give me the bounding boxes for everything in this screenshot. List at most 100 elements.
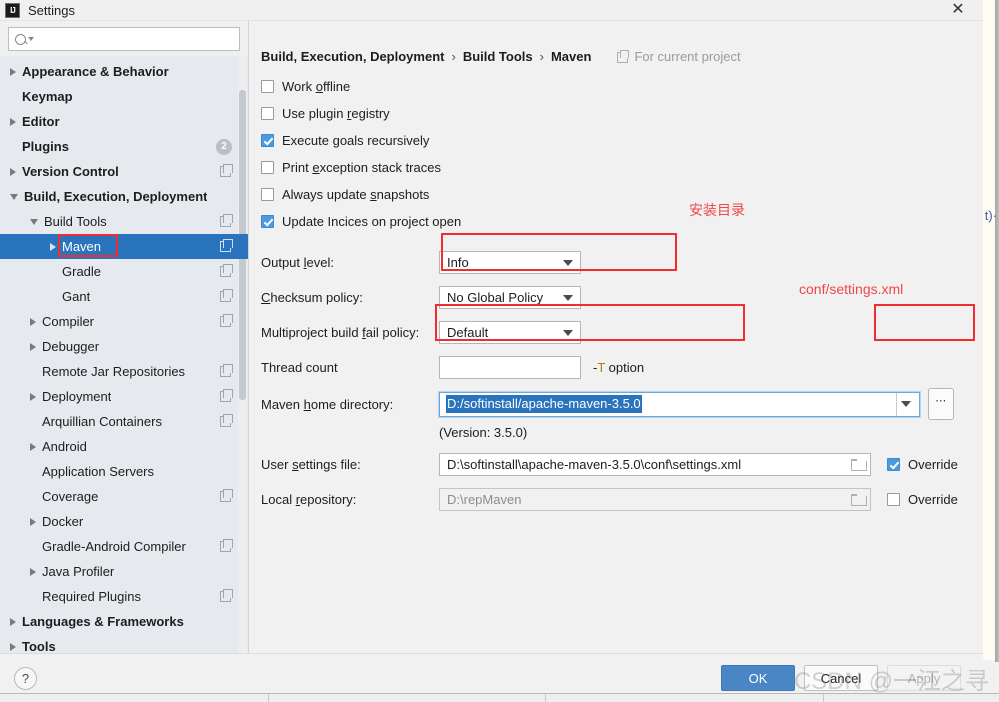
sidebar-item-gant[interactable]: Gant [0,284,248,309]
sidebar-item-version-control[interactable]: Version Control [0,159,248,184]
sidebar-item-label: Android [42,439,87,454]
sidebar-item-gradle-android-compiler[interactable]: Gradle-Android Compiler [0,534,248,559]
thread-count-label: Thread count [261,360,338,375]
sidebar-item-label: Debugger [42,339,100,354]
maven-home-value: D:/softinstall/apache-maven-3.5.0 [446,395,642,413]
checkbox-row-always-update-snapshots[interactable]: Always update snapshots [261,181,999,208]
chevron-down-icon[interactable] [10,193,18,200]
breadcrumb-item-2[interactable]: Build Tools [463,49,533,64]
user-settings-row: User settings file: D:\softinstall\apach… [261,447,999,482]
sidebar-item-application-servers[interactable]: Application Servers [0,459,248,484]
sidebar-item-deployment[interactable]: Deployment [0,384,248,409]
checkbox-row-execute-goals-recursively[interactable]: Execute goals recursively [261,127,999,154]
thread-count-row: Thread count -T option [261,350,999,385]
maven-home-browse-button[interactable]: ⋯ [928,388,954,420]
chevron-right-icon[interactable] [50,242,56,251]
checksum-policy-dropdown[interactable]: No Global Policy [439,286,581,309]
chevron-right-icon[interactable] [30,392,36,401]
close-icon[interactable]: ✕ [945,0,971,21]
maven-settings-panel: Build, Execution, Deployment › Build Too… [249,21,999,653]
chevron-right-icon[interactable] [30,517,36,526]
sidebar-item-label: Gradle-Android Compiler [42,539,186,554]
breadcrumb-item-3[interactable]: Maven [551,49,591,64]
user-settings-override-checkbox[interactable] [887,458,900,471]
chevron-right-icon[interactable] [10,117,16,126]
cancel-button[interactable]: Cancel [804,665,878,691]
local-repository-input[interactable]: D:\repMaven [439,488,871,511]
sidebar-item-docker[interactable]: Docker [0,509,248,534]
chevron-right-icon[interactable] [30,567,36,576]
sidebar-item-label: Arquillian Containers [42,414,162,429]
multiproject-policy-dropdown[interactable]: Default [439,321,581,344]
sidebar-item-maven[interactable]: Maven [0,234,248,259]
sidebar-item-build-execution-deployment[interactable]: Build, Execution, Deployment [0,184,248,209]
thread-count-input[interactable] [439,356,581,379]
checksum-policy-label: Checksum policy: [261,290,363,305]
chevron-down-icon[interactable] [30,218,38,225]
checkbox-execute-goals-recursively[interactable] [261,134,274,147]
chevron-right-icon[interactable] [10,67,16,76]
search-input[interactable] [37,29,239,49]
checkbox-use-plugin-registry[interactable] [261,107,274,120]
checkbox-row-update-incices-on-project-open[interactable]: Update Incices on project open [261,208,999,235]
sidebar-item-build-tools[interactable]: Build Tools [0,209,248,234]
sidebar-item-gradle[interactable]: Gradle [0,259,248,284]
local-repository-override[interactable]: Override [887,492,958,507]
sidebar-item-android[interactable]: Android [0,434,248,459]
folder-icon[interactable] [851,493,867,506]
copy-overlay-icon [220,289,233,302]
sidebar-item-debugger[interactable]: Debugger [0,334,248,359]
multiproject-policy-label: Multiproject build fail policy: [261,325,420,340]
chevron-right-icon[interactable] [30,342,36,351]
local-repository-override-checkbox[interactable] [887,493,900,506]
checkbox-always-update-snapshots[interactable] [261,188,274,201]
sidebar-item-compiler[interactable]: Compiler [0,309,248,334]
checkbox-update-incices-on-project-open[interactable] [261,215,274,228]
chevron-right-icon[interactable] [10,167,16,176]
breadcrumb: Build, Execution, Deployment › Build Too… [261,47,999,65]
checkbox-work-offline[interactable] [261,80,274,93]
output-level-dropdown[interactable]: Info [439,251,581,274]
checkbox-row-use-plugin-registry[interactable]: Use plugin registry [261,100,999,127]
help-button[interactable]: ? [14,666,37,690]
sidebar-item-arquillian-containers[interactable]: Arquillian Containers [0,409,248,434]
user-settings-override[interactable]: Override [887,457,958,472]
sidebar-item-java-profiler[interactable]: Java Profiler [0,559,248,584]
ok-button[interactable]: OK [721,665,795,691]
sidebar-item-keymap[interactable]: Keymap [0,84,248,109]
sidebar-item-tools[interactable]: Tools [0,634,248,653]
search-dropdown-icon[interactable] [28,37,34,41]
breadcrumb-item-1[interactable]: Build, Execution, Deployment [261,49,444,64]
output-level-row: Output level: Info [261,245,999,280]
maven-home-combobox[interactable]: D:/softinstall/apache-maven-3.5.0 [439,391,920,417]
sidebar-item-plugins[interactable]: Plugins 2 [0,134,248,159]
folder-icon[interactable] [851,458,867,471]
checkbox-label: Use plugin registry [282,106,390,121]
search-box[interactable] [8,27,240,51]
chevron-right-icon[interactable] [30,442,36,451]
apply-button[interactable]: Apply [887,665,961,691]
settings-sidebar: Appearance & Behavior Keymap Editor Plugins… [0,21,249,653]
maven-home-row: Maven home directory: D:/softinstall/apa… [261,385,999,423]
sidebar-item-appearance-behavior[interactable]: Appearance & Behavior [0,59,248,84]
output-level-value: Info [447,255,469,270]
sidebar-item-languages-frameworks[interactable]: Languages & Frameworks [0,609,248,634]
copy-overlay-icon [220,264,233,277]
user-settings-input[interactable]: D:\softinstall\apache-maven-3.5.0\conf\s… [439,453,871,476]
window-title: Settings [28,2,75,18]
sidebar-item-coverage[interactable]: Coverage [0,484,248,509]
taskbar [0,693,999,702]
checkbox-row-work-offline[interactable]: Work offline [261,73,999,100]
chevron-right-icon[interactable] [10,617,16,626]
sidebar-item-editor[interactable]: Editor [0,109,248,134]
chevron-right-icon[interactable] [10,642,16,651]
checkbox-print-exception-stack-traces[interactable] [261,161,274,174]
chevron-right-icon[interactable] [30,317,36,326]
copy-overlay-icon [220,239,233,252]
maven-home-dropdown-toggle[interactable] [896,392,917,416]
sidebar-item-remote-jar-repositories[interactable]: Remote Jar Repositories [0,359,248,384]
sidebar-item-label: Build, Execution, Deployment [24,189,208,204]
sidebar-item-required-plugins[interactable]: Required Plugins [0,584,248,609]
checkbox-row-print-exception-stack-traces[interactable]: Print exception stack traces [261,154,999,181]
sidebar-item-label: Docker [42,514,84,529]
